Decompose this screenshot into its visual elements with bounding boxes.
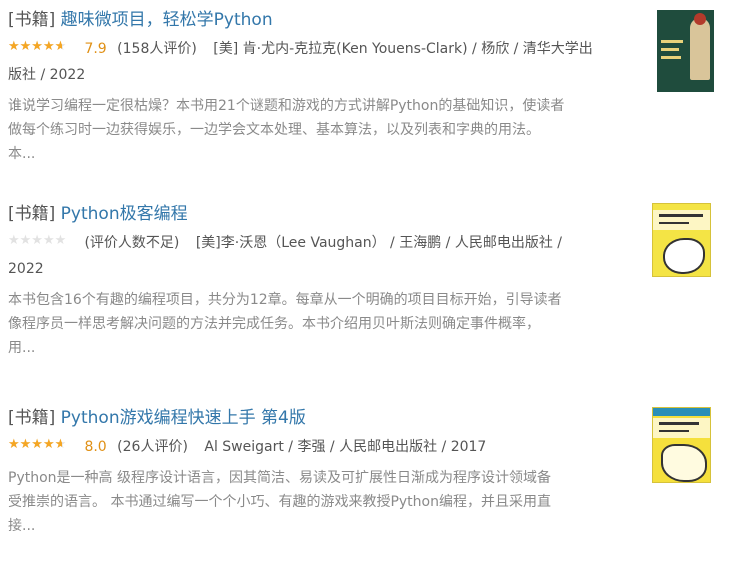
publication-info: [美]李·沃恩（Lee Vaughan） / 王海鹏 / 人民邮电出版社 / [195, 235, 563, 251]
search-result-2: [书籍] Python极客编程 ★★★★★ ★★★★★ (评价人数不足) [美]… [8, 202, 638, 360]
rating-stars-icon: ★★★★★ ★★★★★ [8, 437, 67, 452]
rating-stars-icon: ★★★★★ ★★★★★ [8, 233, 67, 248]
rating-score: 7.9 [84, 41, 107, 57]
rating-count: (158人评价) [117, 41, 197, 57]
category-label: [书籍] [8, 408, 56, 428]
book-abstract: 谁说学习编程一定很枯燥？本书用21个谜题和游戏的方式讲解Python的基础知识，… [8, 98, 565, 162]
book-meta: ★★★★★ ★★★★★ (评价人数不足) [美]李·沃恩（Lee Vaughan… [8, 230, 638, 282]
book-abstract: Python是一种高 级程序设计语言，因其简洁、易读及可扩展性日渐成为程序设计领… [8, 470, 551, 534]
book-cover-image[interactable] [652, 203, 711, 277]
book-meta: ★★★★★ ★★★★★ 7.9 (158人评价) [美] 肯·尤内-克拉克(Ke… [8, 36, 638, 88]
book-cover-image[interactable] [652, 407, 711, 483]
result-title-row: [书籍] 趣味微项目，轻松学Python [8, 8, 638, 32]
book-meta: ★★★★★ ★★★★★ 8.0 (26人评价) Al Sweigart / 李强… [8, 434, 638, 460]
publication-info: [美] 肯·尤内-克拉克(Ken Youens-Clark) / 杨欣 / 清华… [213, 41, 593, 57]
publication-info-cont: 2022 [8, 261, 44, 277]
book-abstract: 本书包含16个有趣的编程项目，共分为12章。每章从一个明确的项目目标开始，引导读… [8, 292, 562, 356]
book-cover-image[interactable] [657, 10, 714, 92]
search-result-1: [书籍] 趣味微项目，轻松学Python ★★★★★ ★★★★★ 7.9 (15… [8, 8, 638, 166]
rating-score: 8.0 [84, 439, 107, 455]
search-result-3: [书籍] Python游戏编程快速上手 第4版 ★★★★★ ★★★★★ 8.0 … [8, 406, 638, 538]
rating-count: (评价人数不足) [84, 235, 180, 251]
publication-info: Al Sweigart / 李强 / 人民邮电出版社 / 2017 [204, 439, 487, 455]
rating-stars-icon: ★★★★★ ★★★★★ [8, 39, 67, 54]
rating-count: (26人评价) [117, 439, 188, 455]
publication-info-cont: 版社 / 2022 [8, 67, 86, 83]
category-label: [书籍] [8, 10, 56, 30]
book-title-link[interactable]: Python极客编程 [61, 204, 188, 224]
book-title-link[interactable]: 趣味微项目，轻松学Python [61, 10, 273, 30]
result-title-row: [书籍] Python游戏编程快速上手 第4版 [8, 406, 638, 430]
category-label: [书籍] [8, 204, 56, 224]
result-title-row: [书籍] Python极客编程 [8, 202, 638, 226]
book-title-link[interactable]: Python游戏编程快速上手 第4版 [61, 408, 306, 428]
